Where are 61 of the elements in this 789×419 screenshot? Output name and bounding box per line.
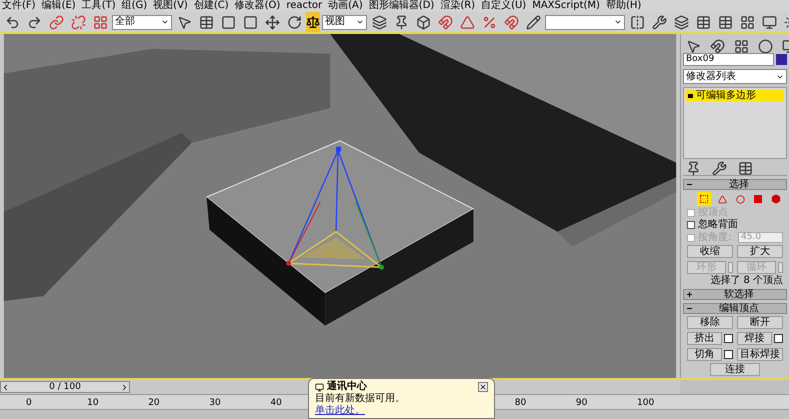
menu-item[interactable]: 工具(T) [82,0,116,12]
menu-item[interactable]: 帮助(H) [606,0,642,12]
close-button[interactable] [478,382,488,392]
tick-label: 10 [87,399,99,408]
rollout-header[interactable]: 选择 [683,179,787,190]
menu-item[interactable]: MAXScript(M) [532,0,600,12]
subobject-level-icon[interactable] [769,192,783,206]
notification-message: 目前有新数据可用。 [315,393,406,404]
tick-label: 30 [209,399,221,408]
scale-icon[interactable] [306,12,320,32]
panel-button[interactable]: 切角 [687,348,722,361]
subobject-level-icon[interactable] [751,192,765,206]
stack-item[interactable]: 可编辑多边形 [686,90,784,101]
tick-label: 40 [270,399,282,408]
dropdown[interactable] [545,14,625,30]
panel-button[interactable]: 断开 [737,316,783,329]
menu-item[interactable]: 创建(C) [194,0,229,12]
menu-item[interactable]: 组(G) [122,0,148,12]
notification-title: 通讯中心 [327,381,367,392]
checkbox[interactable] [687,221,695,229]
rollout-title: 软选择 [723,290,755,300]
dropdown[interactable]: 视图 [322,14,367,30]
selection-status: 选择了 8 个顶点 [710,276,783,286]
panel-button[interactable]: 连接 [710,363,760,376]
object-name-field[interactable]: Box09 [683,53,774,66]
panel-button[interactable]: 挤出 [687,332,722,345]
object-color-swatch[interactable] [776,54,787,65]
rollout-header[interactable]: 编辑顶点 [683,303,787,314]
panel-button[interactable]: 收缩 [687,245,733,258]
dropdown[interactable]: 全部 [112,14,172,30]
settings-icon[interactable] [724,334,733,343]
panel-button[interactable]: 焊接 [737,332,772,345]
panel-button[interactable]: 扩大 [737,245,783,258]
menu-item[interactable]: 修改器(O) [234,0,280,12]
menu-item[interactable]: 视图(V) [153,0,188,12]
caret-icon [161,18,169,26]
caret-icon [614,18,622,26]
click-here-link[interactable]: 单击此处。 [315,405,488,417]
tick-label: 80 [514,399,526,408]
previous-frame-icon[interactable] [1,382,10,392]
tick-label: 0 [26,399,32,408]
settings-icon[interactable] [724,350,733,359]
menu-item[interactable]: 编辑(E) [42,0,76,12]
settings-icon[interactable] [774,334,783,343]
checkbox-label: 忽略背面 [698,220,738,230]
panel-button[interactable]: 目标焊接 [737,348,783,361]
caret-icon [356,18,364,26]
rollout-title: 选择 [728,180,750,190]
next-frame-icon[interactable] [120,382,129,392]
subobject-level-icon[interactable] [697,192,711,206]
menu-item[interactable]: 图形编辑器(D) [368,0,434,12]
rollout-title: 编辑顶点 [718,304,760,314]
tick-label: 90 [576,399,588,408]
panel-button[interactable]: 移除 [687,316,733,329]
tick-label: 20 [148,399,160,408]
dropdown[interactable]: 修改器列表 [683,69,787,84]
menu-item[interactable]: 动画(A) [328,0,363,12]
rollout-header[interactable]: 软选择 [683,289,787,300]
menu-item[interactable]: reactor [286,0,322,12]
frame-counter[interactable]: 0 / 100 [0,381,130,393]
tick-label: 100 [637,399,654,408]
